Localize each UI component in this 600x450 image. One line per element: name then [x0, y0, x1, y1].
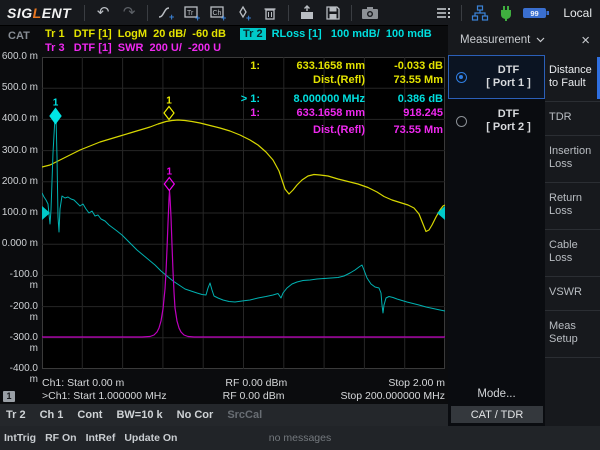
option-label: DTF[ Port 1 ]: [473, 64, 544, 90]
y-axis-tick-label: 500.0 m: [0, 82, 38, 93]
y-axis-tick-label: 100.0 m: [0, 207, 38, 218]
toolbar: SIGLENT ↶ ↷ + Tr+ Ch+ +: [0, 0, 600, 26]
add-trace-icon[interactable]: +: [155, 3, 177, 23]
mode-cat-label: CAT: [8, 30, 30, 42]
measurement-panel: Measurement × DTF[ Port 1 ] DTF[ Port 2 ]…: [448, 25, 600, 426]
status-srccal: SrcCal: [227, 409, 262, 421]
y-axis-tick-label: -100.0 m: [0, 269, 38, 291]
menu-item-insertion-loss[interactable]: Insertion Loss: [545, 136, 600, 183]
svg-text:+: +: [195, 13, 200, 22]
chevron-down-icon[interactable]: [536, 37, 545, 43]
axis-freq-stop: Stop 200.000000 MHz: [340, 390, 445, 402]
channel-badge: 1: [3, 391, 15, 402]
panel-header: Measurement ×: [448, 25, 600, 55]
trace2-info[interactable]: Tr 2RLoss [1] 100 mdB/ 100 mdB: [240, 28, 432, 40]
y-axis-tick-label: 200.0 m: [0, 176, 38, 187]
status-channel: Ch 1: [40, 409, 64, 421]
axis-dist-rf: RF 0.00 dBm: [225, 377, 287, 389]
svg-text:+: +: [169, 12, 174, 22]
undo-icon[interactable]: ↶: [92, 3, 114, 23]
trace1-label: Tr 1: [45, 28, 65, 40]
status-correction: No Cor: [177, 409, 214, 421]
menu-item-meas-setup[interactable]: Meas Setup: [545, 311, 600, 358]
menu-item-cable-loss[interactable]: Cable Loss: [545, 230, 600, 277]
redo-icon[interactable]: ↷: [118, 3, 140, 23]
toolbar-separator: [461, 5, 462, 21]
panel-title[interactable]: Measurement: [460, 34, 530, 46]
y-axis-tick-label: 400.0 m: [0, 113, 38, 124]
battery-icon: 99: [521, 3, 551, 23]
bottom-status-bar: IntTrig RF On IntRef Update On no messag…: [0, 426, 600, 450]
option-dtf-port-1[interactable]: DTF[ Port 1 ]: [448, 55, 545, 99]
local-button[interactable]: Local: [563, 6, 592, 20]
y-axis-tick-label: -400.0 m: [0, 363, 38, 385]
axis-dist-start: Ch1: Start 0.00 m: [42, 377, 124, 389]
plot-area[interactable]: 1 1 1: [42, 57, 445, 369]
y-axis-tick-label: 0.000 m: [0, 238, 38, 249]
axis-dist-stop: Stop 2.00 m: [388, 377, 445, 389]
panel-menu: Distance to FaultTDRInsertion LossReturn…: [545, 55, 600, 426]
option-label: DTF[ Port 2 ]: [473, 108, 544, 134]
panel-options: DTF[ Port 1 ] DTF[ Port 2 ] Mode... CAT / …: [448, 55, 545, 426]
trace3-label: Tr 3: [45, 42, 65, 54]
option-dtf-port-2[interactable]: DTF[ Port 2 ]: [448, 99, 545, 143]
status-sweep-mode: Cont: [77, 409, 102, 421]
screenshot-icon[interactable]: [359, 3, 381, 23]
close-icon[interactable]: ×: [581, 33, 590, 48]
message-area: no messages: [0, 432, 600, 444]
trace2-active-badge: Tr 2: [240, 28, 266, 40]
delete-icon[interactable]: [259, 3, 281, 23]
axis-freq-rf: RF 0.00 dBm: [223, 390, 285, 402]
usb-icon: [495, 3, 517, 23]
cat-tdr-button[interactable]: CAT / TDR: [451, 406, 543, 423]
toolbar-separator: [147, 5, 148, 21]
radio-selected-icon: [456, 72, 467, 83]
svg-text:Tr: Tr: [187, 10, 194, 17]
marker-1-tr1-label: 1: [166, 96, 172, 107]
save-icon[interactable]: [322, 3, 344, 23]
status-active-trace: Tr 2: [6, 409, 26, 421]
toolbar-separator: [84, 5, 85, 21]
menu-item-vswr[interactable]: VSWR: [545, 277, 600, 311]
axis-row-frequency: >Ch1: Start 1.000000 MHz RF 0.00 dBm Sto…: [42, 390, 445, 402]
y-axis-tick-label: 600.0 m: [0, 51, 38, 62]
mode-button[interactable]: Mode...: [448, 384, 545, 406]
status-bandwidth: BW=10 k: [116, 409, 162, 421]
menu-item-return-loss[interactable]: Return Loss: [545, 183, 600, 230]
trace3-info[interactable]: Tr 3 DTF [1] SWR 200 U/ -200 U: [45, 42, 221, 54]
add-trace-window-icon[interactable]: Tr+: [181, 3, 203, 23]
add-channel-icon[interactable]: Ch+: [207, 3, 229, 23]
y-axis-tick-label: -200.0 m: [0, 301, 38, 323]
y-axis-tick-label: 300.0 m: [0, 145, 38, 156]
toolbar-separator: [288, 5, 289, 21]
axis-row-distance: Ch1: Start 0.00 m RF 0.00 dBm Stop 2.00 …: [42, 377, 445, 389]
status-bar: Tr 2 Ch 1 Cont BW=10 k No Cor SrcCal: [0, 404, 448, 426]
svg-text:+: +: [221, 13, 226, 22]
toolbar-separator: [351, 5, 352, 21]
siglent-logo: SIGLENT: [0, 5, 79, 21]
trace1-info[interactable]: Tr 1 DTF [1] LogM 20 dB/ -60 dB: [45, 28, 226, 40]
y-axis-labels: 600.0 m500.0 m400.0 m300.0 m200.0 m100.0…: [0, 57, 38, 369]
marker-1-tr3-label: 1: [167, 167, 173, 178]
display-list-icon[interactable]: [432, 3, 454, 23]
marker-1-tr2-label: 1: [53, 98, 59, 109]
menu-item-tdr[interactable]: TDR: [545, 102, 600, 136]
vna-screen: SIGLENT ↶ ↷ + Tr+ Ch+ +: [0, 0, 600, 450]
axis-freq-start: >Ch1: Start 1.000000 MHz: [42, 390, 167, 402]
add-marker-icon[interactable]: +: [233, 3, 255, 23]
y-axis-tick-label: -300.0 m: [0, 332, 38, 354]
menu-item-distance-to-fault[interactable]: Distance to Fault: [545, 55, 600, 102]
radio-icon: [456, 116, 467, 127]
recall-icon[interactable]: [296, 3, 318, 23]
svg-text:+: +: [246, 13, 251, 22]
svg-text:99: 99: [531, 9, 539, 18]
lan-icon: [469, 3, 491, 23]
